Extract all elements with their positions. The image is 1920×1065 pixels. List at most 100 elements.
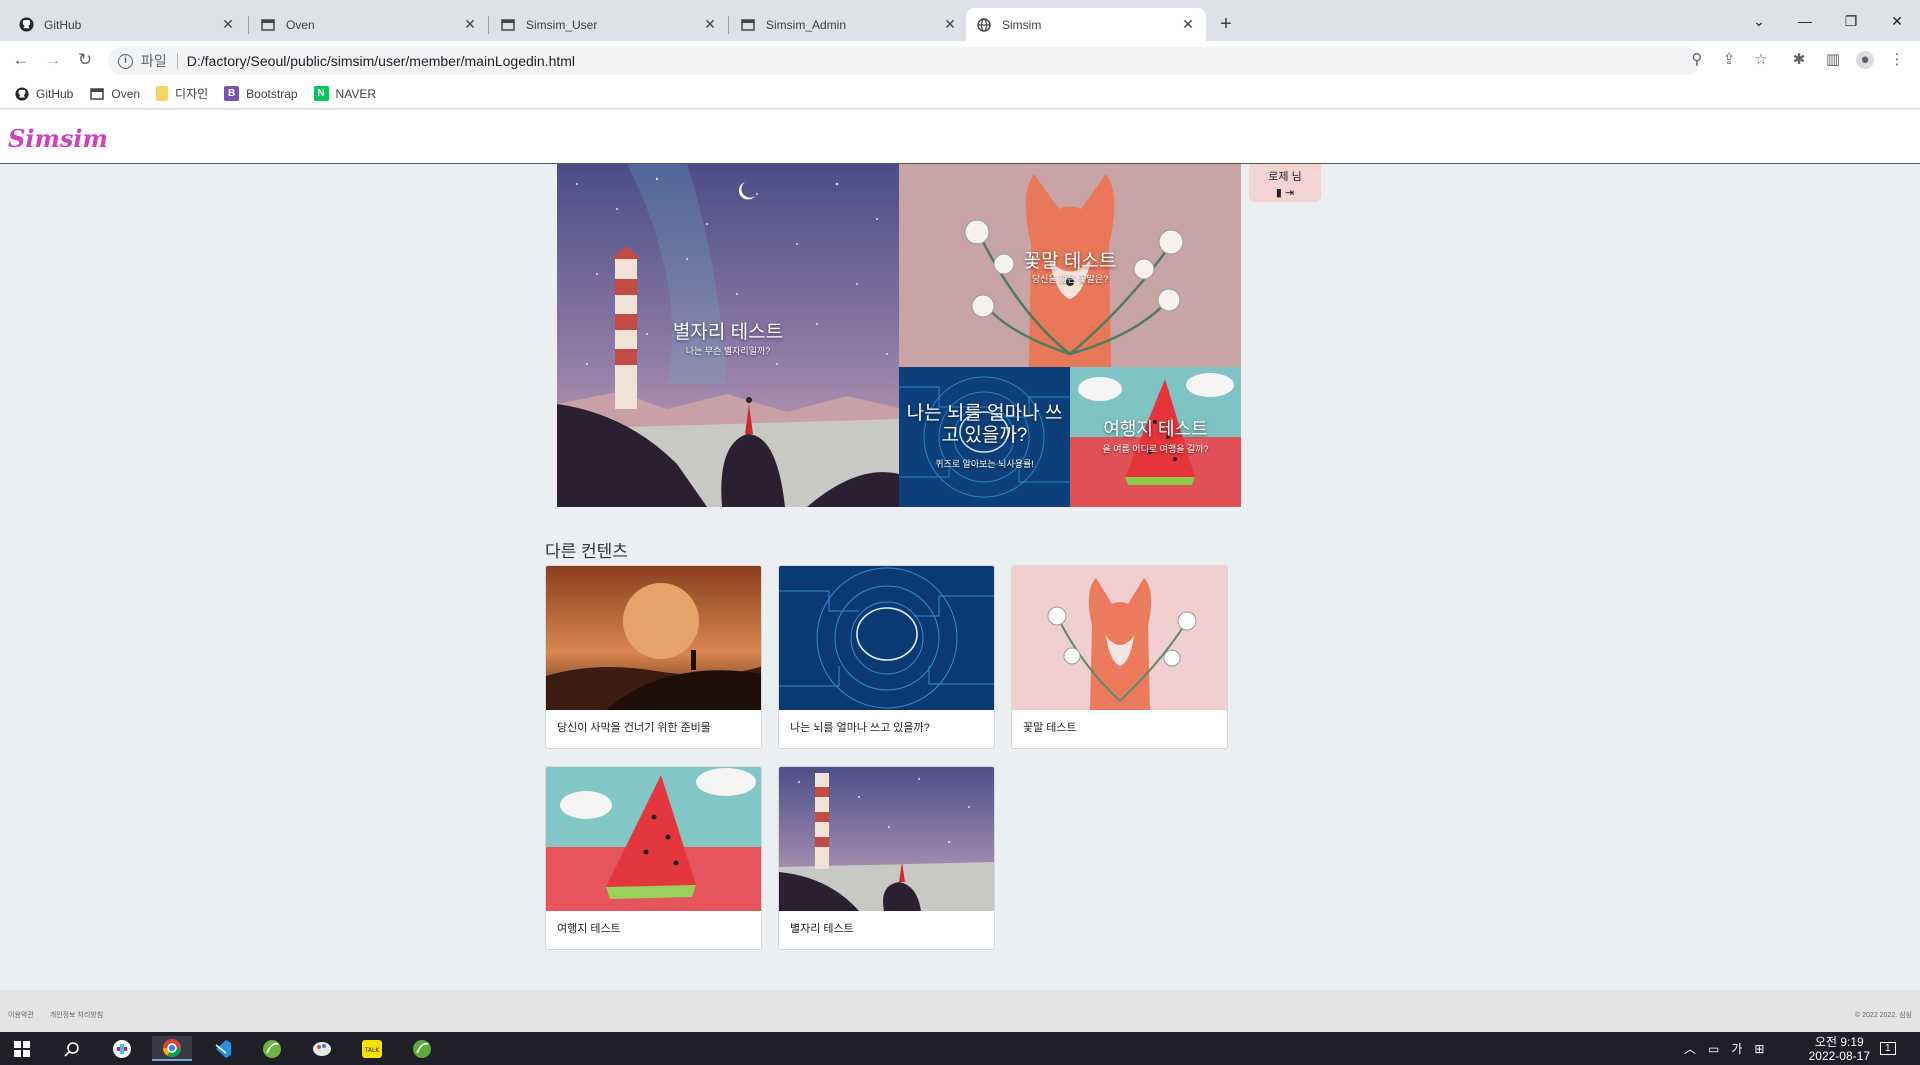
reload-icon[interactable]: ↻ bbox=[74, 49, 96, 71]
network-icon[interactable]: ▭ bbox=[1708, 1042, 1719, 1056]
tray-expand-icon[interactable]: ︿ bbox=[1684, 1040, 1696, 1057]
minimize-icon[interactable]: — bbox=[1782, 6, 1828, 36]
notification-icon[interactable]: 1 bbox=[1880, 1032, 1896, 1065]
tab-github[interactable]: GitHub ✕ bbox=[8, 8, 246, 41]
paint-app-icon[interactable] bbox=[302, 1036, 342, 1061]
tab-simsim-admin[interactable]: Simsim_Admin ✕ bbox=[730, 8, 968, 41]
chrome-icon[interactable] bbox=[152, 1036, 192, 1061]
clipboard-icon[interactable]: ▮ bbox=[1276, 187, 1282, 199]
browser-tabstrip: GitHub ✕ Oven ✕ Simsim_User ✕ Simsim_Adm… bbox=[0, 0, 1920, 41]
restore-icon[interactable]: ❐ bbox=[1828, 6, 1874, 36]
content-card-flower[interactable]: 꽃말 테스트 bbox=[1011, 565, 1228, 749]
card-caption: 나는 뇌를 얼마나 쓰고 있을까? bbox=[790, 722, 930, 734]
windows-start-icon[interactable] bbox=[2, 1036, 42, 1061]
close-icon[interactable]: ✕ bbox=[1180, 16, 1196, 33]
search-icon[interactable] bbox=[52, 1036, 92, 1061]
content-card-travel[interactable]: 여행지 테스트 bbox=[545, 766, 762, 950]
card-caption: 당신이 사막을 건너기 위한 준비물 bbox=[557, 722, 711, 734]
naver-icon: N bbox=[313, 86, 329, 101]
share-icon[interactable]: ⇪ bbox=[1720, 51, 1738, 69]
bookmark-star-icon[interactable]: ☆ bbox=[1752, 51, 1770, 69]
bookmark-naver[interactable]: N NAVER bbox=[313, 86, 376, 101]
bookmark-bootstrap[interactable]: B Bootstrap bbox=[224, 86, 298, 101]
spring-boot-icon[interactable] bbox=[402, 1036, 442, 1061]
address-scheme: 파일 bbox=[141, 53, 167, 69]
card-thumbnail bbox=[779, 767, 994, 911]
slack-icon[interactable] bbox=[102, 1036, 142, 1061]
footer-copyright: © 2022 2022. 심심 bbox=[1855, 1012, 1912, 1019]
address-url[interactable]: D:/factory/Seoul/public/simsim/user/memb… bbox=[187, 53, 575, 69]
bookmark-oven[interactable]: Oven bbox=[89, 86, 140, 101]
logout-icon[interactable]: ⇥ bbox=[1285, 187, 1294, 199]
hero-travel-subtitle: 올 여름 어디로 여행을 갈까? bbox=[1102, 444, 1209, 454]
bookmark-folder-design[interactable]: 디자인 bbox=[156, 85, 208, 102]
tab-simsim-user[interactable]: Simsim_User ✕ bbox=[490, 8, 728, 41]
hero-flower-title: 꽃말 테스트 bbox=[1023, 251, 1117, 272]
spring-tool-icon[interactable] bbox=[252, 1036, 292, 1061]
hero-brain-test[interactable]: 나는 뇌를 얼마나 쓰고 있을까? 퀴즈로 알아보는 뇌사용률! bbox=[899, 367, 1070, 507]
clock-date: 2022-08-17 bbox=[1808, 1049, 1870, 1063]
hero-grid: 별자리 테스트 나는 무슨 별자리일까? 꽃말 테스트 당신을 닮은 꽃말은? … bbox=[557, 164, 1241, 507]
menu-icon[interactable]: ⋮ bbox=[1888, 51, 1906, 69]
taskbar-clock[interactable]: 오전 9:19 2022-08-17 bbox=[1809, 1035, 1870, 1063]
content-card-desert[interactable]: 당신이 사막을 건너기 위한 준비물 bbox=[545, 565, 762, 749]
card-thumbnail bbox=[546, 767, 761, 911]
ime-indicator[interactable]: 가 bbox=[1731, 1040, 1742, 1057]
tab-title: Simsim_User bbox=[526, 17, 598, 32]
tab-oven[interactable]: Oven ✕ bbox=[250, 8, 488, 41]
tab-divider bbox=[488, 16, 489, 34]
tab-divider bbox=[248, 16, 249, 34]
hero-flower-test[interactable]: 꽃말 테스트 당신을 닮은 꽃말은? bbox=[899, 164, 1241, 367]
profile-icon[interactable]: ● bbox=[1856, 51, 1874, 69]
tab-search-icon[interactable]: ⌄ bbox=[1736, 6, 1782, 36]
window-close-icon[interactable]: ✕ bbox=[1874, 6, 1920, 36]
extensions-icon[interactable]: ✱ bbox=[1790, 51, 1808, 69]
hero-flower-subtitle: 당신을 닮은 꽃말은? bbox=[1031, 274, 1109, 284]
close-icon[interactable]: ✕ bbox=[220, 16, 236, 33]
clock-time: 오전 9:19 bbox=[1814, 1035, 1864, 1049]
info-icon[interactable]: i bbox=[118, 53, 133, 69]
card-caption: 여행지 테스트 bbox=[557, 923, 621, 935]
window-icon bbox=[260, 17, 276, 33]
bookmark-github[interactable]: GitHub bbox=[14, 86, 73, 101]
github-icon bbox=[18, 17, 34, 33]
bookmarks-bar: GitHub Oven 디자인 B Bootstrap N NAVER bbox=[0, 79, 1920, 109]
hero-brain-title: 나는 뇌를 얼마나 쓰고 있을까? bbox=[906, 403, 1063, 446]
bookmark-label: NAVER bbox=[335, 86, 376, 101]
close-icon[interactable]: ✕ bbox=[942, 16, 958, 33]
bootstrap-icon: B bbox=[224, 86, 240, 101]
zoom-icon[interactable]: ⚲ bbox=[1688, 51, 1706, 69]
tab-title: Oven bbox=[286, 17, 315, 32]
hero-brain-subtitle: 퀴즈로 알아보는 뇌사용률! bbox=[935, 459, 1034, 469]
folder-icon bbox=[156, 86, 169, 101]
tab-simsim[interactable]: Simsim ✕ bbox=[966, 8, 1206, 41]
vscode-icon[interactable] bbox=[202, 1036, 242, 1061]
forward-icon[interactable]: → bbox=[42, 49, 64, 71]
section-title: 다른 컨텐츠 bbox=[545, 542, 628, 561]
close-icon[interactable]: ✕ bbox=[462, 16, 478, 33]
content-card-star[interactable]: 별자리 테스트 bbox=[778, 766, 995, 950]
notification-count: 1 bbox=[1880, 1042, 1896, 1055]
side-panel-icon[interactable]: ▥ bbox=[1824, 51, 1842, 69]
hero-travel-test[interactable]: 여행지 테스트 올 여름 어디로 여행을 갈까? bbox=[1070, 367, 1241, 507]
content-card-brain[interactable]: 나는 뇌를 얼마나 쓰고 있을까? bbox=[778, 565, 995, 749]
footer-privacy-link[interactable]: 개인정보 처리방침 bbox=[50, 1012, 103, 1019]
window-icon bbox=[500, 17, 516, 33]
address-bar[interactable]: i 파일 D:/factory/Seoul/public/simsim/user… bbox=[108, 47, 1700, 75]
hero-travel-title: 여행지 테스트 bbox=[1103, 419, 1208, 439]
ime-mode-icon[interactable]: ⊞ bbox=[1754, 1042, 1764, 1056]
card-thumbnail bbox=[546, 566, 761, 710]
window-icon bbox=[740, 17, 756, 33]
card-caption: 꽃말 테스트 bbox=[1023, 722, 1077, 734]
site-header: Simsim bbox=[0, 110, 1920, 164]
site-logo[interactable]: Simsim bbox=[8, 124, 108, 153]
hero-star-test[interactable]: 별자리 테스트 나는 무슨 별자리일까? bbox=[557, 164, 899, 507]
hero-star-subtitle: 나는 무슨 별자리일까? bbox=[685, 346, 771, 356]
footer-terms-link[interactable]: 이용약관 bbox=[8, 1012, 34, 1019]
close-icon[interactable]: ✕ bbox=[702, 16, 718, 33]
back-icon[interactable]: ← bbox=[10, 49, 32, 71]
tab-divider bbox=[728, 16, 729, 34]
kakaotalk-icon[interactable]: TALK bbox=[352, 1036, 392, 1061]
new-tab-icon[interactable]: + bbox=[1212, 10, 1240, 38]
bookmark-label: Bootstrap bbox=[246, 86, 298, 101]
